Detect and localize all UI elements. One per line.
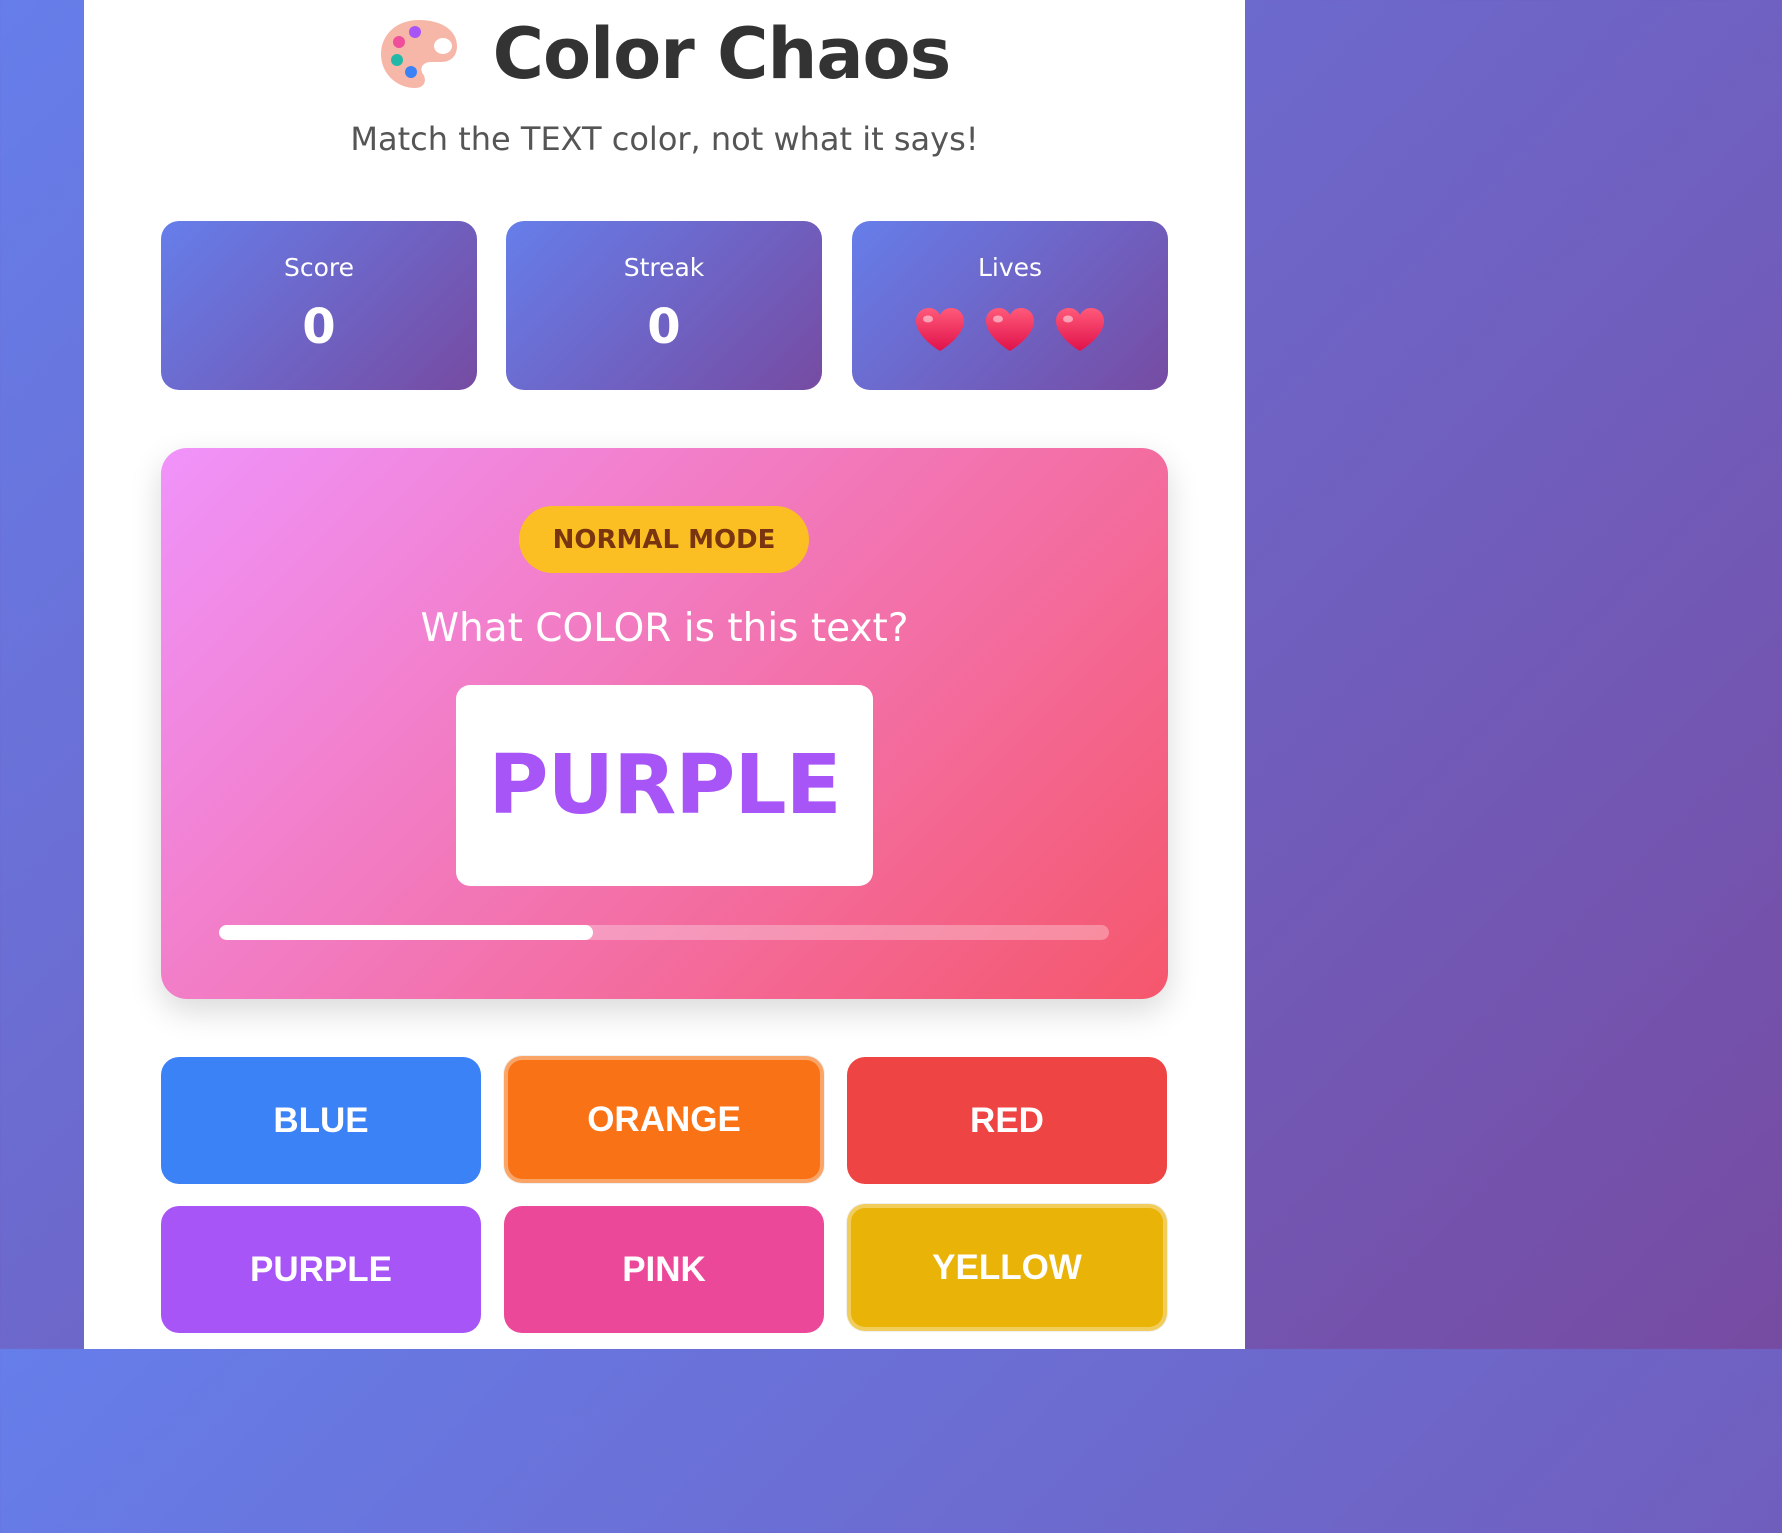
streak-label: Streak xyxy=(623,253,705,282)
choice-blue-button[interactable]: BLUE xyxy=(161,1057,481,1184)
heart-icon xyxy=(984,307,1036,357)
timer-bar xyxy=(219,925,1109,940)
palette-icon xyxy=(379,16,459,92)
score-value: 0 xyxy=(302,299,336,355)
question-text: What COLOR is this text? xyxy=(420,606,909,651)
header: Color Chaos xyxy=(84,12,1245,96)
subtitle: Match the TEXT color, not what it says! xyxy=(350,120,979,158)
choice-orange-button[interactable]: ORANGE xyxy=(504,1056,824,1183)
heart-icon xyxy=(1054,307,1106,357)
choice-red-button[interactable]: RED xyxy=(847,1057,1167,1184)
score-label: Score xyxy=(283,253,355,282)
page-title: Color Chaos xyxy=(492,13,952,95)
color-word: PURPLE xyxy=(488,738,841,833)
mode-badge: NORMAL MODE xyxy=(519,506,809,573)
lives-label: Lives xyxy=(977,253,1043,282)
lives-hearts xyxy=(852,307,1168,357)
word-box: PURPLE xyxy=(456,685,873,886)
streak-value: 0 xyxy=(647,299,681,355)
choice-pink-button[interactable]: PINK xyxy=(504,1206,824,1333)
game-card: NORMAL MODE What COLOR is this text? PUR… xyxy=(161,448,1168,999)
score-card: Score 0 xyxy=(161,221,477,390)
heart-icon xyxy=(914,307,966,357)
choice-yellow-button[interactable]: YELLOW xyxy=(847,1204,1167,1331)
choice-purple-button[interactable]: PURPLE xyxy=(161,1206,481,1333)
lives-card: Lives xyxy=(852,221,1168,390)
game-panel: Color Chaos Match the TEXT color, not wh… xyxy=(84,0,1245,1349)
timer-fill xyxy=(219,925,593,940)
streak-card: Streak 0 xyxy=(506,221,822,390)
